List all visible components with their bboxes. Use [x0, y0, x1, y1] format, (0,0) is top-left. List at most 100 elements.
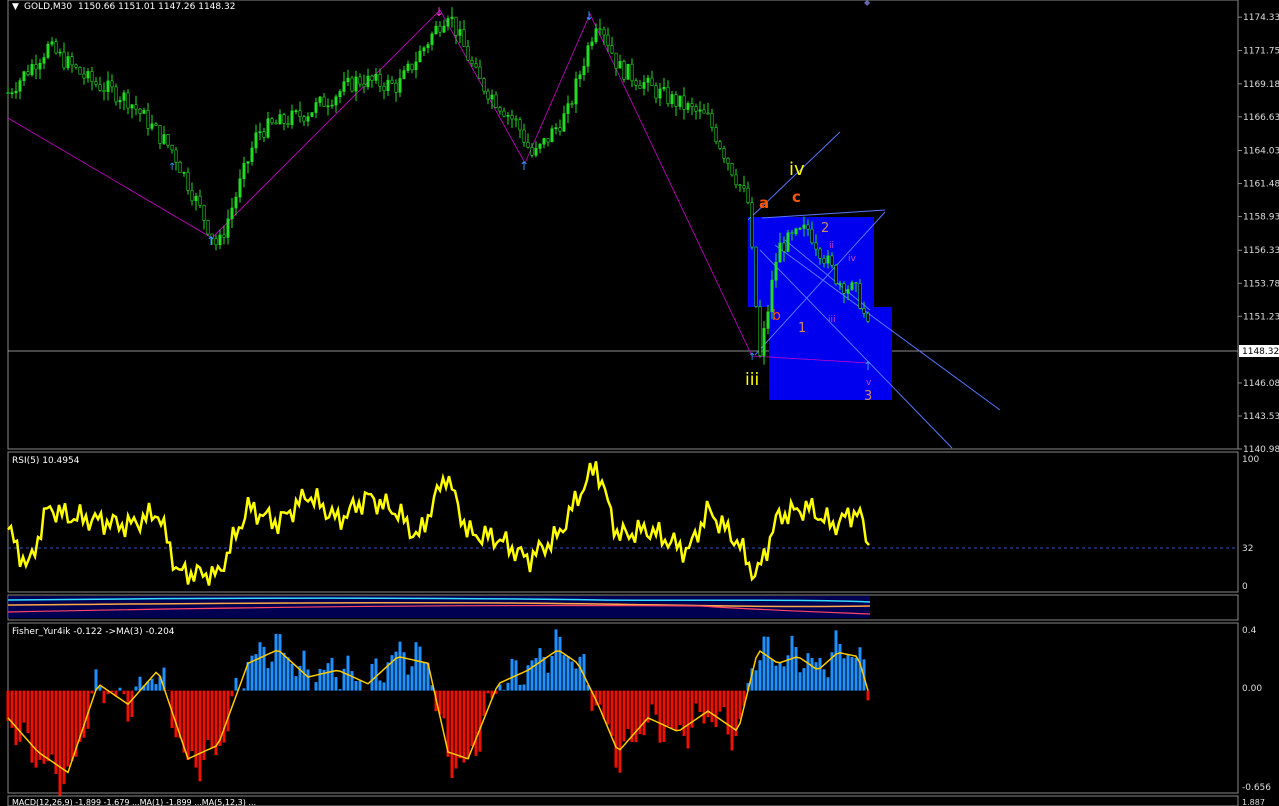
candle-body [750, 202, 754, 248]
fisher-bar [102, 690, 106, 704]
candle-body [654, 85, 658, 99]
fisher-bar [818, 658, 822, 691]
candle-body [162, 134, 166, 144]
candle-body [518, 119, 522, 131]
candle-body [742, 185, 746, 189]
candle-body [706, 112, 710, 115]
candle-body [594, 28, 598, 43]
candle-body [614, 52, 618, 69]
fisher-bar [82, 690, 86, 738]
fisher-bar [234, 677, 238, 691]
candle-body [326, 105, 330, 108]
fisher-bar [810, 657, 814, 691]
candle-body [394, 82, 398, 93]
fisher-bar [790, 635, 794, 691]
fisher-bar [154, 684, 158, 691]
fisher-bar [778, 662, 782, 691]
price-tick-label: 1151.23 [1243, 312, 1279, 322]
candle-body [66, 56, 70, 69]
candle-body [78, 66, 82, 75]
fisher-bar [654, 690, 658, 715]
candle-body [234, 196, 238, 209]
current-price-text: 1148.32 [1242, 347, 1279, 357]
candle-body [514, 118, 518, 121]
candle-body [74, 64, 78, 68]
fisher-bar [442, 690, 446, 719]
candle-body [366, 75, 370, 88]
candle-body [534, 148, 538, 156]
fisher-bar [710, 690, 714, 723]
price-tick-label: 1174.33 [1243, 13, 1279, 23]
candle-body [338, 91, 342, 98]
fisher-bar [614, 690, 618, 768]
candle-body [446, 18, 450, 27]
candle-body [846, 289, 850, 294]
candle-body [58, 51, 62, 54]
candle-body [402, 70, 406, 79]
candle-body [414, 61, 418, 71]
price-tick-label: 1140.98 [1243, 445, 1279, 455]
up-arrow-icon: ↑ [168, 162, 176, 173]
candle-body [758, 306, 762, 356]
symbol-label: GOLD,M30 [24, 2, 72, 12]
candle-body [102, 89, 106, 92]
fisher-bar [302, 650, 306, 691]
fisher-bar [758, 660, 762, 691]
fisher-bar [706, 690, 710, 718]
candle-body [838, 283, 842, 285]
candle-body [538, 143, 542, 149]
fisher-bar [826, 677, 830, 691]
fisher-bar [294, 676, 298, 691]
candle-body [554, 127, 558, 130]
candle-body [54, 41, 58, 54]
fisher-bar [762, 636, 766, 691]
candle-body [126, 92, 130, 109]
candle-body [122, 92, 126, 101]
fisher-bar [406, 674, 410, 691]
fisher-bar [606, 690, 610, 725]
fisher-bar [230, 690, 234, 697]
fisher-bar [466, 690, 470, 759]
fisher-bar [206, 690, 210, 740]
candle-body [278, 114, 282, 125]
symbol-dropdown-arrow[interactable]: ▼ [12, 2, 19, 12]
candle-body [254, 132, 258, 149]
fisher-bar [58, 690, 62, 797]
candle-body [410, 63, 414, 71]
candle-body [734, 174, 738, 186]
fisher-bar [542, 657, 546, 691]
candle-body [710, 113, 714, 128]
fisher-bar [186, 690, 190, 760]
fisher-bar [662, 690, 666, 742]
price-tick-label: 1164.03 [1243, 147, 1279, 157]
candle-body [166, 134, 170, 146]
fisher-bar [418, 646, 422, 691]
fisher-bar [306, 669, 310, 691]
candle-body [314, 102, 318, 113]
candle-body [94, 81, 98, 85]
fisher-bar [358, 680, 362, 691]
fisher-bar [334, 677, 338, 691]
candle-body [606, 34, 610, 46]
fisher-bar [34, 690, 38, 768]
fisher-bar [290, 663, 294, 691]
fisher-bar [486, 690, 490, 694]
fisher-bar [794, 647, 798, 691]
candle-body [738, 184, 742, 187]
candle-body [286, 123, 290, 125]
candle-body [370, 75, 374, 81]
fisher-bar [770, 659, 774, 691]
candle-body [130, 104, 134, 109]
candle-body [670, 94, 674, 105]
candle-body [530, 147, 534, 156]
fisher-bar [562, 655, 566, 691]
candle-body [850, 282, 854, 290]
candle-body [522, 129, 526, 143]
fisher-bar [54, 690, 58, 775]
candle-body [582, 65, 586, 76]
oscillator-strip-panel[interactable] [7, 594, 1239, 621]
candle-body [814, 242, 818, 250]
fisher-bar [650, 690, 654, 705]
fisher-bar [130, 690, 134, 717]
price-tick-label: 1153.78 [1243, 279, 1279, 289]
